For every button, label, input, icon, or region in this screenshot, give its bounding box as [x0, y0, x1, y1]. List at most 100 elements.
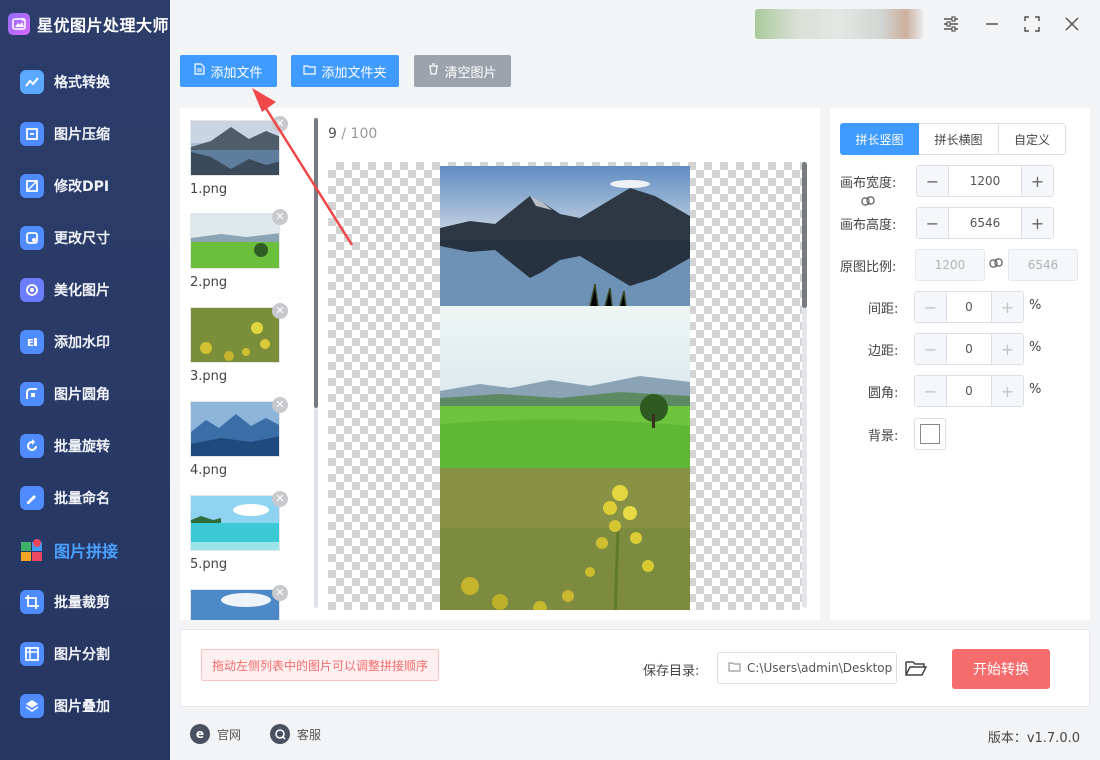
list-item[interactable]: ✕ 4.png	[190, 397, 288, 478]
sidebar-item-label: 格式转换	[54, 75, 110, 91]
canvas-height-stepper[interactable]: − 6546 +	[916, 207, 1054, 239]
minus-icon[interactable]: −	[915, 334, 947, 364]
canvas-width-stepper[interactable]: − 1200 +	[916, 165, 1054, 197]
preview-scroll-thumb[interactable]	[802, 162, 807, 308]
sidebar-item-beautify[interactable]: 美化图片	[0, 264, 170, 316]
remove-file-icon[interactable]: ✕	[272, 585, 288, 601]
radius-unit: %	[1029, 382, 1042, 397]
minus-icon[interactable]: −	[917, 208, 949, 238]
color-swatch	[920, 424, 940, 444]
website-label: 官网	[217, 727, 242, 742]
rotate-icon	[20, 434, 44, 458]
fullscreen-icon[interactable]	[1020, 12, 1044, 36]
preview-strip	[440, 166, 690, 610]
sidebar-item-stitch[interactable]: 图片拼接	[0, 524, 170, 576]
rename-icon	[20, 486, 44, 510]
plus-icon[interactable]: +	[1021, 166, 1053, 196]
browse-folder-icon[interactable]	[903, 656, 929, 680]
plus-icon[interactable]: +	[991, 376, 1023, 406]
website-link[interactable]: e 官网	[190, 724, 241, 744]
link-icon[interactable]	[861, 194, 875, 212]
sidebar-item-rename[interactable]: 批量命名	[0, 472, 170, 524]
thumbnail	[190, 495, 280, 551]
sidebar-item-label: 图片拼接	[54, 542, 119, 561]
margin-stepper[interactable]: − 0 +	[914, 333, 1024, 365]
plus-icon[interactable]: +	[1021, 208, 1053, 238]
file-list-scrollbar[interactable]	[314, 118, 318, 408]
save-path-input[interactable]: C:\Users\admin\Desktop	[717, 652, 897, 684]
sidebar-item-label: 批量裁剪	[54, 595, 110, 611]
plus-icon[interactable]: +	[991, 334, 1023, 364]
margin-value[interactable]: 0	[947, 334, 991, 364]
minus-icon[interactable]: −	[915, 376, 947, 406]
spacing-label: 间距:	[868, 302, 899, 317]
sidebar-item-rotate[interactable]: 批量旋转	[0, 420, 170, 472]
background-label: 背景:	[868, 429, 899, 444]
preview-scrollbar[interactable]	[802, 162, 807, 608]
watermark-icon: E	[20, 330, 44, 354]
sidebar-item-overlay[interactable]: 图片叠加	[0, 680, 170, 732]
file-name: 1.png	[190, 182, 228, 197]
remove-file-icon[interactable]: ✕	[272, 116, 288, 132]
add-file-label: 添加文件	[210, 65, 263, 81]
preview-image-green-meadow	[440, 306, 690, 468]
spacing-value[interactable]: 0	[947, 292, 991, 322]
sidebar-item-format-convert[interactable]: 格式转换	[0, 56, 170, 108]
stitch-preview	[328, 162, 804, 610]
save-path-value: C:\Users\admin\Desktop	[747, 661, 893, 675]
start-convert-button[interactable]: 开始转换	[952, 649, 1050, 689]
action-bar: 拖动左侧列表中的图片可以调整拼接顺序 保存目录: C:\Users\admin\…	[180, 629, 1090, 707]
minimize-icon[interactable]	[980, 12, 1004, 36]
image-convert-icon	[20, 70, 44, 94]
sidebar-item-watermark[interactable]: E 添加水印	[0, 316, 170, 368]
user-avatar[interactable]	[755, 9, 923, 39]
remove-file-icon[interactable]: ✕	[272, 209, 288, 225]
remove-file-icon[interactable]: ✕	[272, 303, 288, 319]
canvas-height-value[interactable]: 6546	[949, 208, 1021, 238]
folder-icon	[303, 64, 317, 79]
sidebar-item-compress[interactable]: 图片压缩	[0, 108, 170, 160]
tab-vertical-stitch[interactable]: 拼长竖图	[840, 123, 919, 155]
tab-custom[interactable]: 自定义	[999, 123, 1066, 155]
list-item[interactable]: ✕	[190, 585, 288, 620]
settings-sliders-icon[interactable]	[939, 12, 963, 36]
radius-stepper[interactable]: − 0 +	[914, 375, 1024, 407]
thumbnail	[190, 401, 280, 457]
website-e-icon: e	[190, 724, 210, 744]
sidebar-item-crop[interactable]: 批量裁剪	[0, 576, 170, 628]
preview-image-yellow-flowers	[440, 468, 690, 610]
list-item[interactable]: ✕ 2.png	[190, 209, 288, 290]
list-item[interactable]: ✕ 1.png	[190, 116, 288, 197]
sidebar-item-resize[interactable]: 更改尺寸	[0, 212, 170, 264]
stitch-icon	[20, 538, 44, 562]
file-list-scroll-track	[314, 408, 318, 608]
support-link[interactable]: 客服	[270, 724, 321, 744]
minus-icon[interactable]: −	[915, 292, 947, 322]
overlay-icon	[20, 694, 44, 718]
remove-file-icon[interactable]: ✕	[272, 397, 288, 413]
sidebar-item-label: 图片叠加	[54, 699, 110, 715]
background-color-picker[interactable]	[914, 418, 946, 450]
minus-icon[interactable]: −	[917, 166, 949, 196]
beautify-icon	[20, 278, 44, 302]
file-name: 2.png	[190, 275, 228, 290]
file-name: 3.png	[190, 369, 228, 384]
close-icon[interactable]	[1060, 12, 1084, 36]
radius-value[interactable]: 0	[947, 376, 991, 406]
canvas-width-value[interactable]: 1200	[949, 166, 1021, 196]
spacing-stepper[interactable]: − 0 +	[914, 291, 1024, 323]
list-item[interactable]: ✕ 3.png	[190, 303, 288, 384]
sidebar-item-label: 图片圆角	[54, 387, 110, 403]
add-folder-button[interactable]: 添加文件夹	[291, 55, 399, 87]
clear-images-button[interactable]: 清空图片	[414, 55, 511, 87]
list-item[interactable]: ✕ 5.png	[190, 491, 288, 572]
plus-icon[interactable]: +	[991, 292, 1023, 322]
remove-file-icon[interactable]: ✕	[272, 491, 288, 507]
add-file-button[interactable]: 添加文件	[180, 55, 277, 87]
sidebar-item-split[interactable]: 图片分割	[0, 628, 170, 680]
sidebar-item-round-corner[interactable]: 图片圆角	[0, 368, 170, 420]
stitch-workspace: ✕ 1.png ✕ 2.png ✕ 3.png ✕ 4.png ✕ 5.png …	[180, 108, 820, 620]
sidebar-item-dpi[interactable]: 修改DPI	[0, 160, 170, 212]
split-icon	[20, 642, 44, 666]
tab-horizontal-stitch[interactable]: 拼长横图	[919, 123, 999, 155]
